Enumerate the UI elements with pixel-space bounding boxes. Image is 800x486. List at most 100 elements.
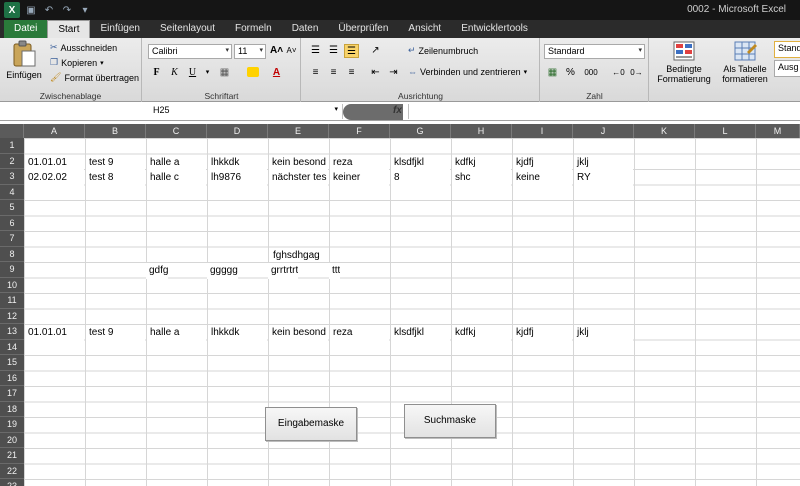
row-header-5[interactable]: 5 (0, 200, 24, 216)
style-standard[interactable]: Stand (774, 41, 800, 58)
row-header-13[interactable]: 13 (0, 324, 24, 340)
cell-f9[interactable]: ttt (329, 263, 341, 279)
row-header-14[interactable]: 14 (0, 339, 24, 355)
cell-d9[interactable]: ggggg (207, 263, 238, 279)
cell-a3[interactable]: 02.02.02 (25, 170, 84, 186)
tab-daten[interactable]: Daten (282, 20, 329, 38)
row-header-1[interactable]: 1 (0, 138, 24, 154)
cell-e8[interactable]: fghsdhgag (270, 248, 320, 264)
column-header-f[interactable]: F (329, 124, 390, 138)
column-header-m[interactable]: M (756, 124, 800, 138)
cell-e2[interactable]: kein besond (269, 154, 328, 170)
tab-datei[interactable]: Datei (4, 20, 48, 38)
percent-button[interactable]: % (563, 66, 578, 80)
currency-icon[interactable]: ▦ (545, 66, 560, 80)
align-left-icon[interactable]: ≡ (308, 66, 323, 80)
format-painter-button[interactable]: 🖌 Format übertragen (50, 72, 139, 83)
column-header-i[interactable]: I (512, 124, 573, 138)
formula-input[interactable] (408, 104, 800, 119)
column-header-g[interactable]: G (390, 124, 451, 138)
row-header-22[interactable]: 22 (0, 463, 24, 479)
font-color-icon[interactable]: A (269, 66, 284, 80)
row-header-9[interactable]: 9 (0, 262, 24, 278)
bold-button[interactable]: F (149, 66, 164, 80)
conditional-formatting-button[interactable]: Bedingte Formatierung (652, 40, 716, 84)
row-header-12[interactable]: 12 (0, 308, 24, 324)
increase-decimal-icon[interactable]: ←0 (611, 66, 626, 80)
format-as-table-button[interactable]: Als Tabelle formatieren (718, 40, 772, 84)
row-header-11[interactable]: 11 (0, 293, 24, 309)
cell-j3[interactable]: RY (574, 170, 633, 186)
align-bottom-icon[interactable]: ☰ (344, 44, 359, 58)
cell-j13[interactable]: jklj (574, 325, 633, 341)
cell-a2[interactable]: 01.01.01 (25, 154, 84, 170)
align-middle-icon[interactable]: ☰ (326, 44, 341, 58)
align-right-icon[interactable]: ≡ (344, 66, 359, 80)
cell-f2[interactable]: reza (330, 154, 389, 170)
cell-i3[interactable]: keine (513, 170, 572, 186)
font-size-select[interactable]: 11 ▾ (234, 44, 266, 59)
row-header-15[interactable]: 15 (0, 355, 24, 371)
cell-j2[interactable]: jklj (574, 154, 633, 170)
cell-f13[interactable]: reza (330, 325, 389, 341)
row-header-7[interactable]: 7 (0, 231, 24, 247)
row-header-21[interactable]: 21 (0, 448, 24, 464)
row-header-2[interactable]: 2 (0, 153, 24, 169)
align-top-icon[interactable]: ☰ (308, 44, 323, 58)
column-header-k[interactable]: K (634, 124, 695, 138)
row-header-16[interactable]: 16 (0, 370, 24, 386)
row-header-6[interactable]: 6 (0, 215, 24, 231)
excel-logo-icon[interactable]: X (4, 2, 20, 18)
cell-f3[interactable]: keiner (330, 170, 389, 186)
wrap-text-button[interactable]: ↵ Zeilenumbruch (408, 45, 478, 56)
fill-color-icon[interactable] (245, 66, 260, 80)
column-header-d[interactable]: D (207, 124, 268, 138)
decrease-indent-icon[interactable]: ⇤ (368, 66, 383, 80)
row-header-10[interactable]: 10 (0, 277, 24, 293)
copy-button[interactable]: ❐ Kopieren ▾ (50, 57, 104, 68)
cell-i2[interactable]: kjdfj (513, 154, 572, 170)
orientation-icon[interactable]: ↗ (368, 44, 383, 58)
tab-ueberpruefen[interactable]: Überprüfen (328, 20, 398, 38)
cell-e3[interactable]: nächster tes (269, 170, 328, 186)
column-header-h[interactable]: H (451, 124, 512, 138)
decrease-decimal-icon[interactable]: 0→ (629, 66, 644, 80)
increase-indent-icon[interactable]: ⇥ (386, 66, 401, 80)
shrink-font-icon[interactable]: A˅ (284, 44, 299, 58)
cell-b13[interactable]: test 9 (86, 325, 145, 341)
column-header-c[interactable]: C (146, 124, 207, 138)
cell-d3[interactable]: lh9876 (208, 170, 267, 186)
name-box[interactable]: H25 ▾ (3, 104, 343, 119)
cell-h13[interactable]: kdfkj (452, 325, 511, 341)
cell-h3[interactable]: shc (452, 170, 511, 186)
cell-h2[interactable]: kdfkj (452, 154, 511, 170)
tab-seitenlayout[interactable]: Seitenlayout (150, 20, 225, 38)
cell-b3[interactable]: test 8 (86, 170, 145, 186)
paste-button[interactable]: Einfügen (6, 40, 42, 80)
row-header-17[interactable]: 17 (0, 386, 24, 402)
row-header-18[interactable]: 18 (0, 401, 24, 417)
style-ausgabe[interactable]: Ausg (774, 60, 800, 77)
cell-e13[interactable]: kein besond (269, 325, 328, 341)
cell-c13[interactable]: halle a (147, 325, 206, 341)
column-header-l[interactable]: L (695, 124, 756, 138)
save-icon[interactable]: ▣ (24, 3, 38, 17)
cut-button[interactable]: ✂ Ausschneiden (50, 42, 117, 53)
borders-icon[interactable]: ▦ (217, 66, 232, 80)
cell-i13[interactable]: kjdfj (513, 325, 572, 341)
cell-d2[interactable]: lhkkdk (208, 154, 267, 170)
underline-button[interactable]: U (185, 66, 200, 80)
cell-e9[interactable]: grrtrtrt (268, 263, 299, 279)
font-name-select[interactable]: Calibri ▾ (148, 44, 232, 59)
column-header-j[interactable]: J (573, 124, 634, 138)
align-center-icon[interactable]: ≡ (326, 66, 341, 80)
tab-entwicklertools[interactable]: Entwicklertools (451, 20, 538, 38)
row-header-20[interactable]: 20 (0, 432, 24, 448)
chevron-down-icon[interactable]: ▾ (200, 66, 215, 80)
tab-formeln[interactable]: Formeln (225, 20, 282, 38)
row-header-3[interactable]: 3 (0, 169, 24, 185)
customize-qat-icon[interactable]: ▾ (78, 3, 92, 17)
undo-icon[interactable]: ↶ (42, 3, 56, 17)
thousands-button[interactable]: 000 (581, 66, 601, 80)
cell-c3[interactable]: halle c (147, 170, 206, 186)
